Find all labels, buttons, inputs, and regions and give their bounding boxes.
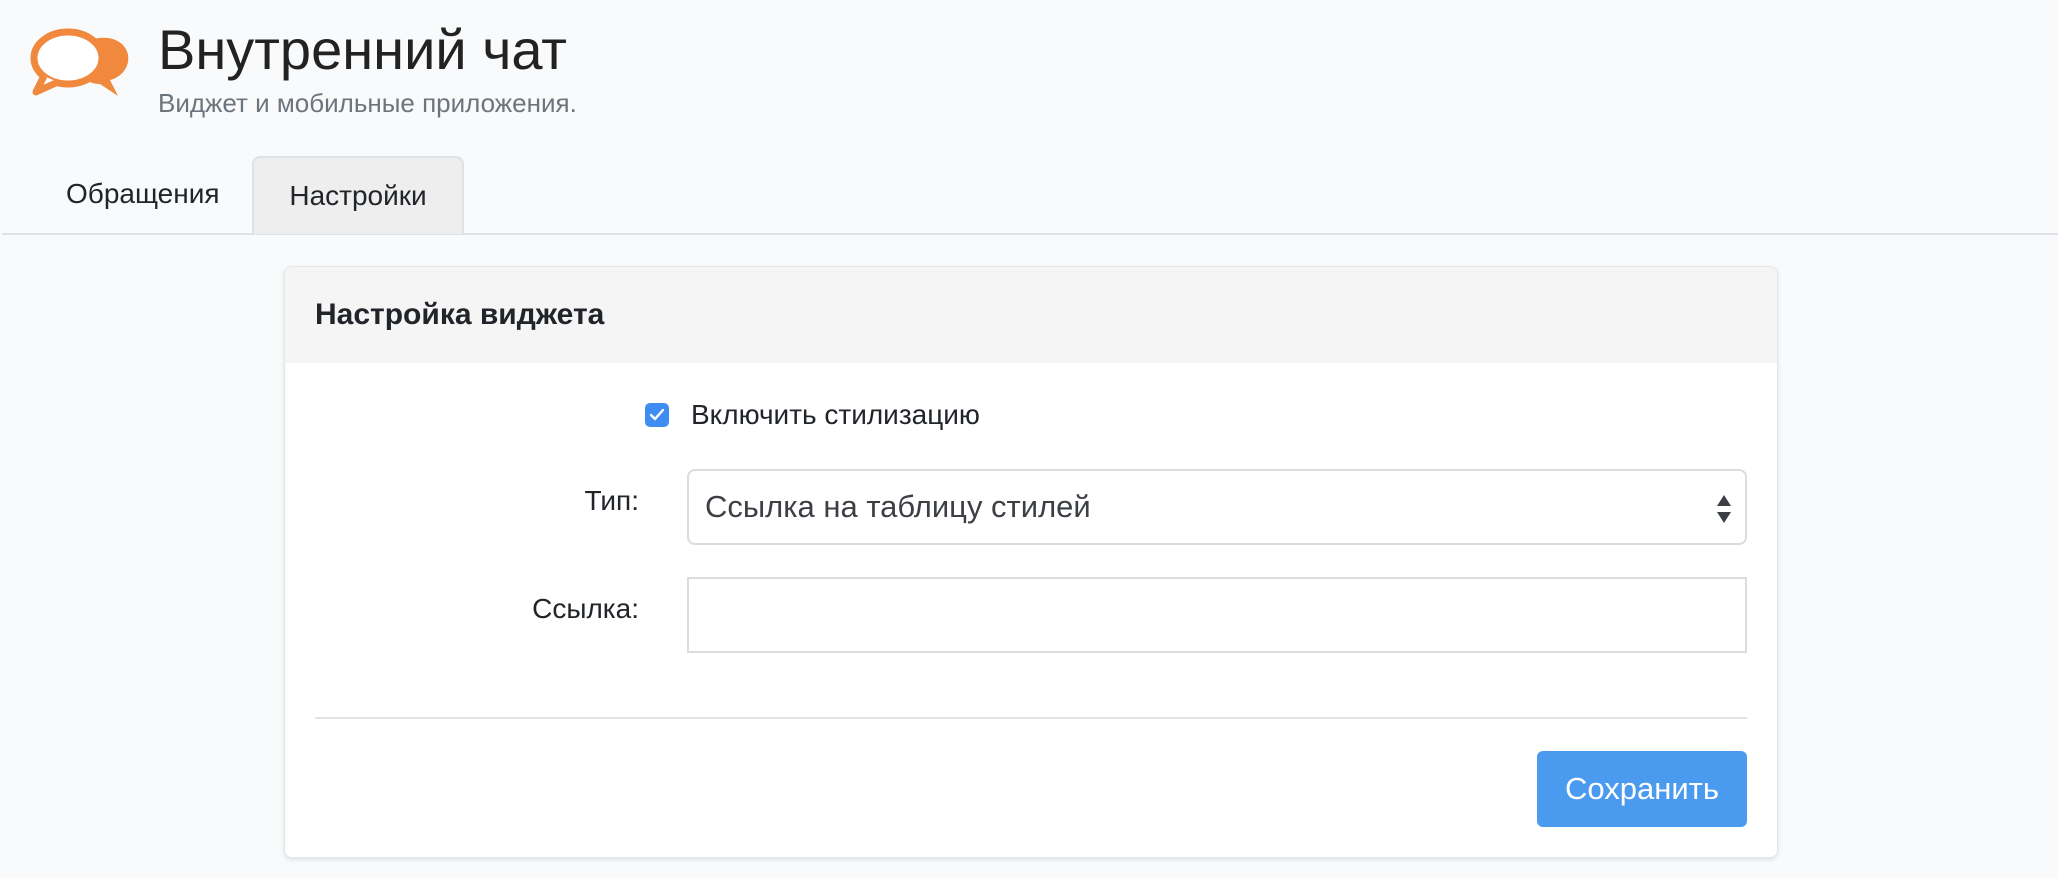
chat-bubbles-icon bbox=[30, 28, 129, 96]
tab-requests[interactable]: Обращения bbox=[2, 156, 252, 232]
link-label: Ссылка: bbox=[532, 593, 639, 624]
tab-settings[interactable]: Настройки bbox=[252, 156, 464, 234]
checkmark-icon bbox=[649, 408, 665, 421]
save-button[interactable]: Сохранить bbox=[1537, 751, 1747, 827]
tab-bar: Обращения Настройки bbox=[2, 156, 2058, 235]
page-subtitle: Виджет и мобильные приложения. bbox=[158, 88, 577, 118]
link-input[interactable] bbox=[687, 577, 1747, 653]
select-arrows-icon bbox=[1717, 495, 1731, 523]
enable-styling-row: Включить стилизацию bbox=[645, 395, 980, 435]
type-label: Тип: bbox=[584, 485, 639, 516]
type-select[interactable]: Ссылка на таблицу стилей bbox=[687, 469, 1747, 545]
card-title: Настройка виджета bbox=[285, 267, 1777, 363]
enable-styling-label[interactable]: Включить стилизацию bbox=[691, 399, 980, 431]
page-header: Внутренний чат Виджет и мобильные прилож… bbox=[0, 0, 2058, 150]
enable-styling-checkbox[interactable] bbox=[645, 403, 669, 427]
type-select-value: Ссылка на таблицу стилей bbox=[705, 489, 1091, 524]
widget-settings-card: Настройка виджета Включить стилизацию Ти… bbox=[284, 266, 1778, 858]
page-title: Внутренний чат bbox=[158, 18, 567, 81]
form-divider bbox=[315, 717, 1747, 719]
